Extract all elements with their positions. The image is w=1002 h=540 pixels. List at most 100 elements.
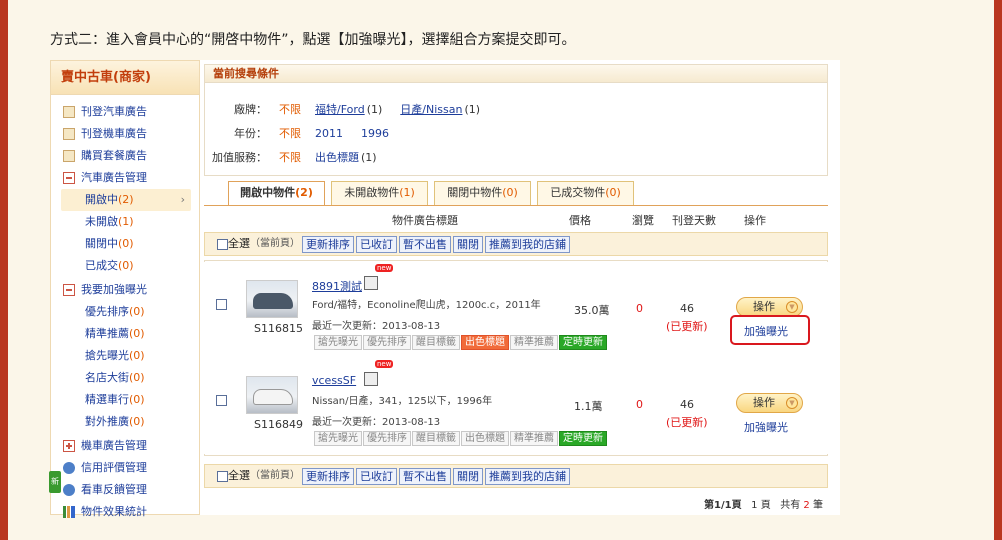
sidebar-item-priority-sort[interactable]: 優先排序(0) [51, 301, 199, 323]
brand-nissan-link[interactable]: 日產/Nissan [400, 103, 462, 116]
search-conditions-panel: 當前搜尋條件 廠牌： 不限 福特/Ford (1) 日產/Nissan (1) 年份： 不限… [204, 64, 828, 176]
tag-eye-catching[interactable]: 醒目標籤 [412, 431, 460, 446]
update-sort-button[interactable]: 更新排序 [302, 235, 354, 253]
brand-nissan-count: (1) [464, 103, 481, 116]
current-page-label: （當前頁） [250, 238, 300, 249]
sidebar-item-label: 已成交 [85, 259, 118, 272]
sidebar-item-boost[interactable]: 我要加強曝光 [51, 279, 199, 301]
tag-precise-recommend[interactable]: 精準推薦 [510, 431, 558, 446]
tab-label: 已成交物件 [550, 186, 606, 199]
tab-unopened[interactable]: 未開啟物件(1) [331, 181, 428, 205]
tag-precise-recommend[interactable]: 精準推薦 [510, 335, 558, 350]
new-badge: new [375, 360, 394, 368]
sidebar-item-stats[interactable]: 物件效果統計 [51, 501, 199, 523]
pager-page-link[interactable]: 1 [751, 500, 757, 511]
service-tags: 搶先曝光 優先排序 醒目標籤 出色標題 精準推薦 定時更新 [314, 431, 608, 446]
tab-count: (1) [399, 186, 415, 199]
sidebar-item-post-moto[interactable]: 刊登機車廣告 [51, 123, 199, 145]
car-thumbnail[interactable] [246, 376, 298, 414]
service-any[interactable]: 不限 [279, 150, 309, 166]
recommend-to-shop-button[interactable]: 推薦到我的店鋪 [485, 467, 570, 485]
column-title: 物件廣告標題 [392, 214, 458, 227]
reserved-button[interactable]: 已收訂 [356, 235, 397, 253]
year-any[interactable]: 不限 [279, 126, 309, 142]
boost-exposure-link[interactable]: 加強曝光 [744, 419, 788, 435]
close-button[interactable]: 關閉 [453, 235, 483, 253]
tag-first-exposure[interactable]: 搶先曝光 [314, 335, 362, 350]
user-icon [63, 484, 75, 496]
action-dropdown-button[interactable]: 操作 ▼ [736, 393, 803, 413]
sidebar-item-credit-review[interactable]: 信用評價管理 [51, 457, 199, 479]
column-views: 瀏覽 [632, 214, 654, 227]
table-row: S116815 8891測試 new Ford/福特，Econoline爬山虎，… [204, 262, 828, 358]
pagination: 第1/1頁 1 頁 共有 2 筆 [704, 496, 823, 511]
sidebar-item-famous-street[interactable]: 名店大街(0) [51, 367, 199, 389]
listing-last-updated: 最近一次更新：2013-08-13 [312, 321, 441, 332]
sidebar-item-featured-dealer[interactable]: 精選車行(0) [51, 389, 199, 411]
bulk-actions-top: 全選（當前頁） 更新排序 已收訂 暫不出售 關閉 推薦到我的店鋪 [204, 232, 828, 256]
listing-id: S116815 [254, 322, 303, 335]
tag-scheduled-update[interactable]: 定時更新 [559, 335, 607, 350]
sidebar-item-post-car[interactable]: 刊登汽車廣告 [51, 101, 199, 123]
highlight-box [730, 315, 810, 345]
tag-eye-catching[interactable]: 醒目標籤 [412, 335, 460, 350]
sidebar-item-moto-ad-mgmt[interactable]: 機車廣告管理 [51, 435, 199, 457]
sidebar-item-viewing-feedback[interactable]: 新看車反饋管理 [49, 471, 199, 501]
select-all-checkbox[interactable] [217, 470, 228, 482]
listing-price: 1.1萬 [574, 400, 603, 413]
sidebar-item-unopened[interactable]: 未開啟(1) [51, 211, 199, 233]
instruction-text: 方式二：進入會員中心的“開啓中物件”，點選【加強曝光】，選擇組合方案提交即可。 [50, 32, 576, 48]
sidebar-list: 刊登汽車廣告 刊登機車廣告 購買套餐廣告 汽車廣告管理 開啟中(2) 未開啟(1… [49, 95, 199, 523]
not-for-sale-button[interactable]: 暫不出售 [399, 235, 451, 253]
reserved-button[interactable]: 已收訂 [356, 467, 397, 485]
sidebar-item-label: 精準推薦 [85, 327, 129, 340]
sidebar-item-count: (0) [129, 327, 145, 340]
sidebar-title: 賣中古車(商家) [51, 61, 199, 95]
pencil-icon [63, 150, 75, 162]
tag-scheduled-update[interactable]: 定時更新 [559, 431, 607, 446]
listing-title-link[interactable]: 8891測試 [312, 278, 362, 294]
tag-featured-title[interactable]: 出色標題 [461, 431, 509, 446]
car-thumbnail[interactable] [246, 280, 298, 318]
year-1996-link[interactable]: 1996 [361, 127, 389, 140]
select-all-checkbox[interactable] [217, 238, 228, 250]
sidebar-item-closed[interactable]: 關閉中(0) [51, 233, 199, 255]
tab-sold[interactable]: 已成交物件(0) [537, 181, 634, 205]
sidebar: 賣中古車(商家) 刊登汽車廣告 刊登機車廣告 購買套餐廣告 汽車廣告管理 開啟中… [49, 60, 200, 518]
pencil-icon [63, 128, 75, 140]
brand-criteria-row: 廠牌： 不限 福特/Ford (1) 日產/Nissan (1) [205, 102, 480, 118]
action-dropdown-button[interactable]: 操作 ▼ [736, 297, 803, 317]
brand-any[interactable]: 不限 [279, 102, 309, 118]
tag-featured-title[interactable]: 出色標題 [461, 335, 509, 350]
listing-description: Nissan/日產，341，125以下，1996年 [312, 396, 493, 407]
tab-count: (0) [605, 186, 621, 199]
update-sort-button[interactable]: 更新排序 [302, 467, 354, 485]
sidebar-item-label: 物件效果統計 [81, 505, 147, 518]
brand-ford-link[interactable]: 福特/Ford [315, 103, 365, 116]
sidebar-item-buy-package[interactable]: 購買套餐廣告 [51, 145, 199, 167]
tab-label: 開啟中物件 [240, 186, 296, 199]
service-criteria-row: 加值服務： 不限 出色標題 (1) [205, 150, 377, 166]
year-2011-link[interactable]: 2011 [315, 127, 343, 140]
service-title-link[interactable]: 出色標題 [315, 151, 359, 164]
recommend-to-shop-button[interactable]: 推薦到我的店鋪 [485, 235, 570, 253]
sidebar-item-first-exposure[interactable]: 搶先曝光(0) [51, 345, 199, 367]
row-checkbox[interactable] [216, 395, 227, 406]
tab-open[interactable]: 開啟中物件(2) [228, 181, 325, 206]
sidebar-item-precise-recommend[interactable]: 精準推薦(0) [51, 323, 199, 345]
sidebar-item-sold[interactable]: 已成交(0) [51, 255, 199, 277]
close-button[interactable]: 關閉 [453, 467, 483, 485]
sidebar-item-external-promo[interactable]: 對外推廣(0) [51, 411, 199, 433]
tab-closed[interactable]: 關閉中物件(0) [434, 181, 531, 205]
sidebar-item-car-ad-mgmt[interactable]: 汽車廣告管理 [51, 167, 199, 189]
tag-priority-sort[interactable]: 優先排序 [363, 431, 411, 446]
tag-first-exposure[interactable]: 搶先曝光 [314, 431, 362, 446]
row-checkbox[interactable] [216, 299, 227, 310]
tag-priority-sort[interactable]: 優先排序 [363, 335, 411, 350]
expand-icon [63, 440, 75, 452]
pager-total-unit: 筆 [812, 500, 823, 511]
not-for-sale-button[interactable]: 暫不出售 [399, 467, 451, 485]
listing-title-link[interactable]: vcessSF [312, 374, 356, 387]
sidebar-item-open[interactable]: 開啟中(2) [61, 189, 191, 211]
new-badge: 新 [49, 471, 61, 493]
